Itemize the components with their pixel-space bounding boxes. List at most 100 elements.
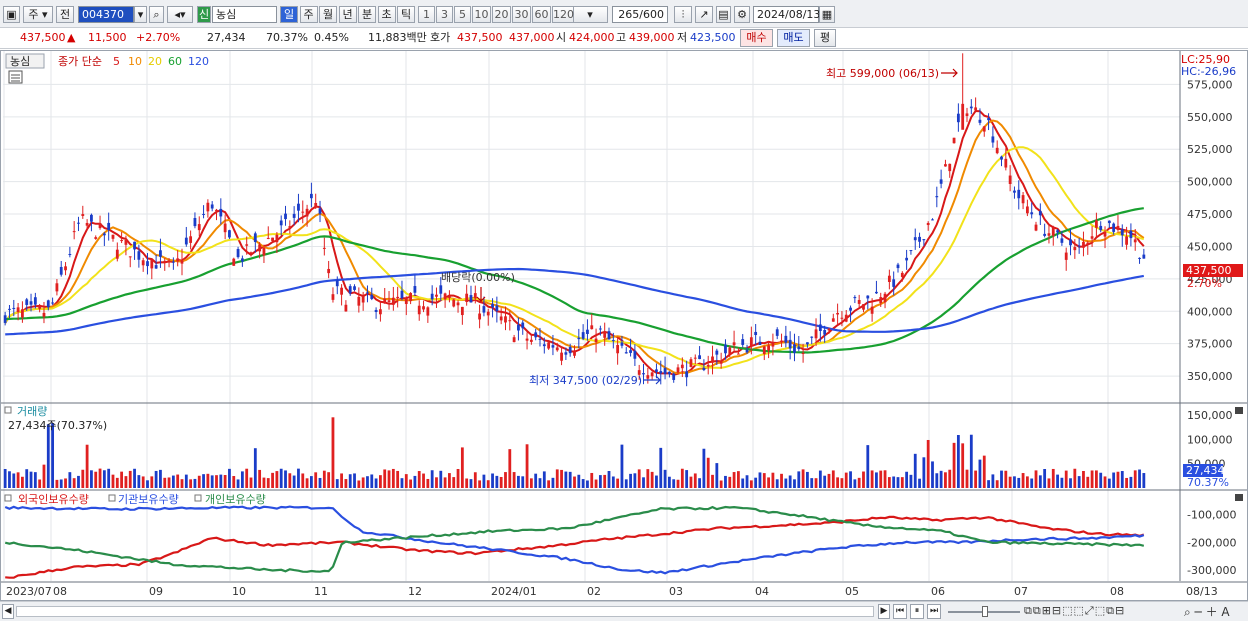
window-menu-icon[interactable]: ▣ <box>3 6 20 23</box>
volume-bar <box>728 476 732 488</box>
volume-bar <box>21 476 24 488</box>
candle-body <box>538 338 542 340</box>
candle-body <box>305 208 309 217</box>
volume-panel-close-icon[interactable] <box>1235 407 1243 414</box>
go-last-icon[interactable]: ⏭ <box>927 604 941 619</box>
candle-body <box>210 204 214 209</box>
interval-button-60[interactable]: 60 <box>532 6 551 23</box>
go-first-icon[interactable]: ⏮ <box>893 604 907 619</box>
volume-bar <box>547 480 551 488</box>
volume-bar <box>210 475 214 488</box>
legend-ma60: 60 <box>168 55 182 68</box>
volume-bar <box>590 472 594 488</box>
volume-bar <box>952 442 956 488</box>
settings-gear-icon[interactable]: ⚙ <box>734 6 750 23</box>
interval-button-10[interactable]: 10 <box>472 6 491 23</box>
individual-legend-box[interactable] <box>194 494 202 502</box>
volume-bar <box>969 434 973 488</box>
volume-bar <box>577 474 581 488</box>
interval-button-3[interactable]: 3 <box>436 6 453 23</box>
volume-bar <box>573 476 576 488</box>
period-tab-7[interactable]: 틱 <box>397 6 415 23</box>
draw-tool-icon[interactable]: ↗ <box>695 6 713 23</box>
stock-chart[interactable]: 575,000 550,000 525,000 500,000 475,000 450,0… <box>0 50 1248 601</box>
drawing-tools-icons[interactable]: ⧉⧉⊞⊟⬚⬚⤢⬚⧉⊟ <box>1024 604 1125 618</box>
calendar-icon[interactable]: ▦ <box>819 6 835 23</box>
holders-panel-close-icon[interactable] <box>1235 494 1243 501</box>
scroll-left-icon[interactable]: ◀ <box>2 604 14 619</box>
candle-body <box>292 213 296 218</box>
code-dropdown-icon[interactable]: ▾ <box>134 6 147 23</box>
candle-body <box>909 250 913 252</box>
period-tab-6[interactable]: 초 <box>377 6 396 23</box>
candle-body <box>581 332 585 339</box>
period-tab-3[interactable]: 월 <box>319 6 337 23</box>
pause-icon[interactable]: ⏸ <box>910 604 924 619</box>
volume-title: 거래량 <box>17 405 47 418</box>
candle-body <box>965 113 969 116</box>
market-select[interactable]: 주 ▾ <box>23 6 53 23</box>
candle-body <box>741 339 745 345</box>
sell-button[interactable]: 매도 <box>777 29 810 47</box>
search-icon[interactable]: ⌕ <box>149 6 164 23</box>
buy-button[interactable]: 매수 <box>740 29 773 47</box>
speaker-icon[interactable]: ◂▾ <box>167 6 193 23</box>
volume-bar <box>72 478 76 488</box>
horizontal-scrollbar[interactable] <box>16 606 874 617</box>
volume-bar <box>236 479 240 488</box>
interval-button-1[interactable]: 1 <box>418 6 435 23</box>
trade-amount: 11,883백만 <box>368 31 427 44</box>
average-button[interactable]: 평 <box>814 29 836 47</box>
volume-bar <box>1004 470 1008 488</box>
candle-body <box>517 324 520 331</box>
holders-legend-box[interactable] <box>4 494 12 502</box>
volume-bar <box>452 477 456 488</box>
candle-body <box>297 203 300 211</box>
ask-price: 437,000 <box>509 31 555 44</box>
candle-body <box>1082 241 1085 248</box>
date-field[interactable]: 2024/08/13 <box>753 6 820 23</box>
volume-bar <box>987 480 990 488</box>
volume-bar <box>724 475 727 488</box>
candle-body <box>754 331 758 336</box>
period-dropdown[interactable]: ▾ <box>572 6 608 23</box>
volume-bar <box>167 477 171 488</box>
volume-last-pct: 70.37% <box>1187 476 1229 489</box>
candle-body <box>1103 231 1107 237</box>
stock-name-field[interactable]: 농심 <box>212 6 277 23</box>
interval-button-30[interactable]: 30 <box>512 6 531 23</box>
volume-bar <box>827 473 831 488</box>
stock-code-input[interactable]: 004370 <box>78 6 134 23</box>
interval-button-120[interactable]: 120 <box>552 6 574 23</box>
zoom-icons[interactable]: ⌕ ─ ＋ A <box>1184 603 1230 620</box>
volume-bar <box>499 476 503 488</box>
institution-legend-box[interactable] <box>108 494 116 502</box>
period-tab-2[interactable]: 주 <box>299 6 318 23</box>
candle-body <box>443 293 447 300</box>
interval-button-5[interactable]: 5 <box>454 6 471 23</box>
candle-body <box>555 347 559 351</box>
scroll-right-icon[interactable]: ▶ <box>878 604 890 619</box>
candle-body <box>1129 230 1133 239</box>
candle-body <box>163 260 167 263</box>
prev-button[interactable]: 전 <box>56 6 74 23</box>
interval-button-20[interactable]: 20 <box>492 6 511 23</box>
count-field[interactable]: 265/600 <box>612 6 668 23</box>
volume-bar <box>849 471 852 488</box>
period-tab-5[interactable]: 분 <box>358 6 376 23</box>
candle-body <box>991 136 995 143</box>
volume-bar <box>1107 478 1111 488</box>
candle-type-icon[interactable]: ⫶ <box>674 6 692 23</box>
candle-body <box>413 286 417 293</box>
volume-bar <box>594 479 598 488</box>
save-icon[interactable]: ▤ <box>716 6 731 23</box>
volume-bar <box>1069 478 1072 488</box>
period-tab-1[interactable]: 일 <box>280 6 298 23</box>
volume-bar <box>905 471 909 488</box>
candle-body <box>167 260 171 263</box>
period-tab-4[interactable]: 년 <box>338 6 357 23</box>
candle-body <box>667 371 671 375</box>
zoom-slider-thumb[interactable] <box>982 606 988 617</box>
volume-legend-box[interactable] <box>4 406 12 414</box>
candle-body <box>288 226 292 228</box>
